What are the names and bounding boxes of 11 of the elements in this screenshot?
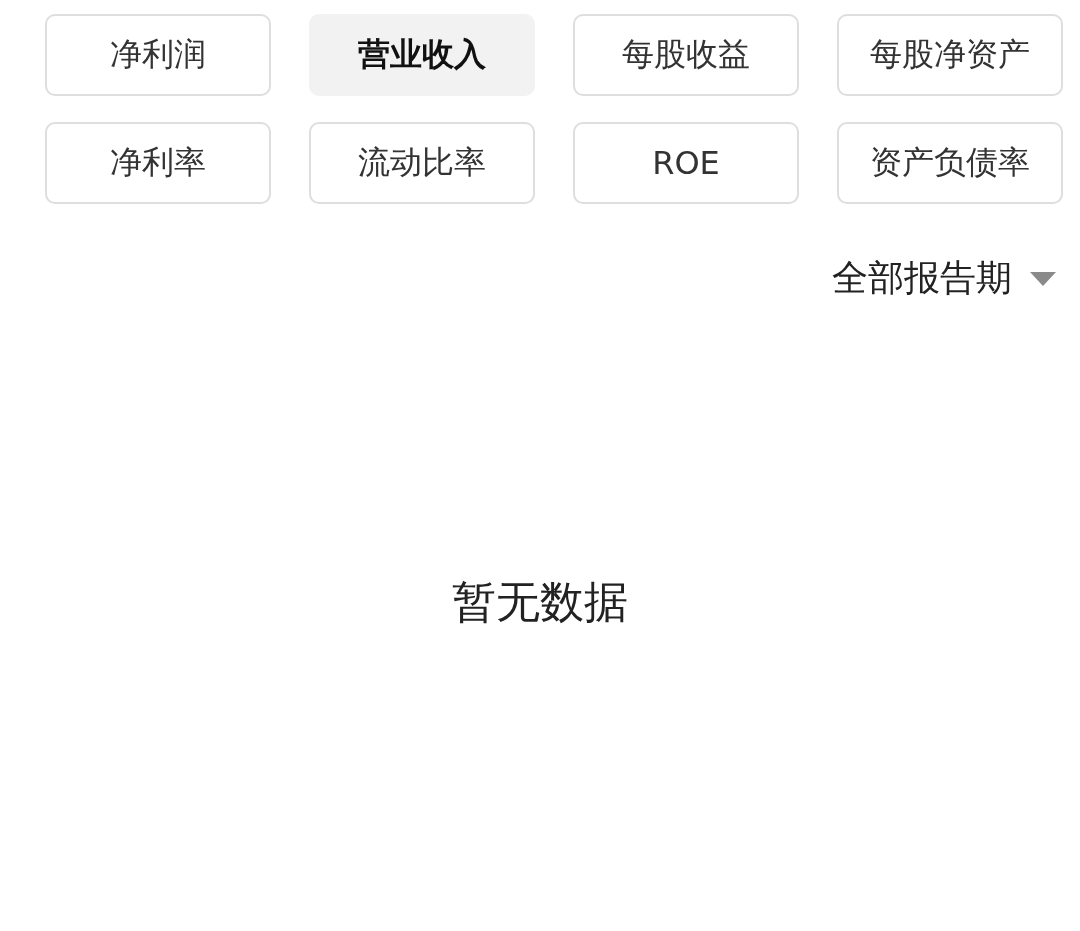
empty-message: 暂无数据: [452, 575, 628, 629]
period-dropdown[interactable]: 全部报告期: [832, 254, 1060, 303]
metric-tab[interactable]: 每股净资产: [837, 14, 1063, 96]
metric-tab[interactable]: 资产负债率: [837, 122, 1063, 204]
caret-icon: [1030, 271, 1056, 286]
metric-tab[interactable]: 流动比率: [309, 122, 535, 204]
metric-tab[interactable]: ROE: [573, 122, 799, 204]
metric-tab[interactable]: 净利率: [45, 122, 271, 204]
metric-tab[interactable]: 净利润: [45, 14, 271, 96]
metric-tab[interactable]: 每股收益: [573, 14, 799, 96]
metric-tab[interactable]: 营业收入: [309, 14, 535, 96]
